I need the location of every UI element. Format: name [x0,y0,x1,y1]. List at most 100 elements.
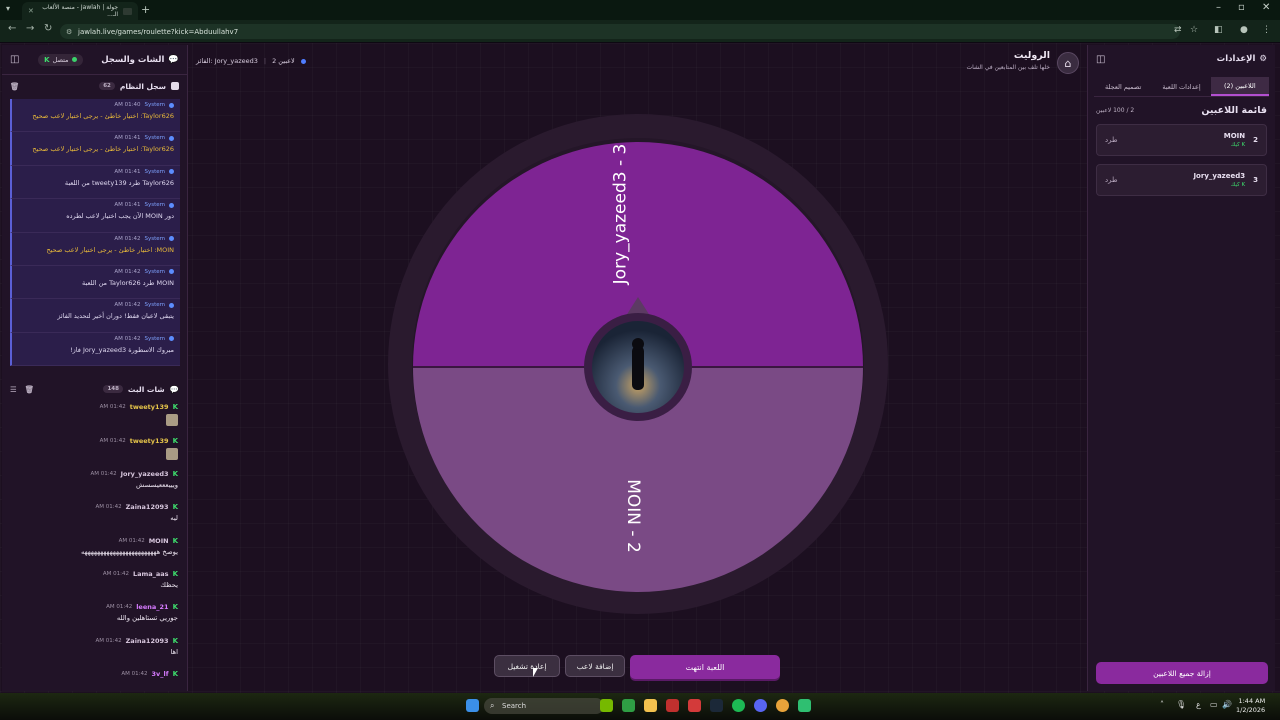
minimize-icon[interactable]: – [1216,2,1221,13]
microphone-icon[interactable]: 🎙 [1176,700,1186,709]
log-item: System 01:41 AM دور MOIN الآن يجب اختيار ل… [10,199,180,233]
player-card: 3 Jory_yazeed3 K كيك طرد [1096,164,1267,196]
system-icon [169,202,174,208]
volume-icon[interactable]: 🔊 [1222,700,1232,709]
game-title: الروليت [1013,50,1050,61]
log-text: MOIN: اختيار خاطئ - يرجى اختيار لاعب صحي… [46,245,174,254]
log-time: 01:40 AM [114,102,141,108]
chat-username[interactable]: Zaina12093 [126,637,169,645]
chat-username[interactable]: tweety139 [130,403,169,411]
remove-all-players-button[interactable]: إزالة جميع اللاعبين [1096,662,1268,684]
taskbar-clock[interactable]: 1:44 AM 1/2/2026 [1236,697,1265,715]
system-log-list[interactable]: System 01:40 AM Taylor626: اختيار خاطئ - ي… [10,99,180,367]
site-info-icon[interactable]: ⚙ [66,28,72,36]
opera-icon[interactable] [666,699,679,712]
discord-icon[interactable] [754,699,767,712]
chat-username[interactable]: Jory_yazeed3 [121,470,169,478]
windows-start-icon[interactable] [466,699,479,712]
log-author: System [144,102,165,108]
chat-time: 01:42 AM [102,571,129,578]
file-explorer-icon[interactable] [644,699,657,712]
kick-player-button[interactable]: طرد [1105,176,1118,184]
log-meta: System 01:41 AM [18,169,174,175]
back-icon[interactable]: ← [8,23,16,34]
roulette-wheel[interactable]: Jory_yazeed3 - 3 MOIN - 2 [388,114,888,614]
chrome-icon[interactable] [776,699,789,712]
tab-wheel-design[interactable]: تصميم العجلة [1094,77,1152,96]
forward-icon[interactable]: → [26,23,34,34]
tab-search-icon[interactable]: ▾ [6,4,10,13]
browser-tab[interactable]: جولة | Jawlah - منصة الألعاب الـ... ✕ [22,2,138,20]
browser-menu-icon[interactable]: ⋮ [1262,25,1271,35]
chat-username[interactable]: MOIN [149,537,169,545]
collapse-settings-icon[interactable]: ◫ [1096,54,1105,65]
chat-username[interactable]: tweety139 [130,437,169,445]
game-ended-button[interactable]: اللعبة انتهت [630,655,780,679]
tab-players[interactable]: اللاعبين (2) [1210,77,1269,96]
player-platform: K كيك [1193,182,1245,188]
new-tab-icon[interactable]: + [141,3,150,16]
language-indicator[interactable]: ع [1196,700,1201,709]
online-dot-icon [71,57,77,62]
chat-icon: 💬 [169,384,179,394]
nvidia-icon[interactable] [600,699,613,712]
xbox-icon[interactable] [622,699,635,712]
filter-icon[interactable]: ☰ [10,385,17,394]
kick-player-button[interactable]: طرد [1105,136,1118,144]
translate-icon[interactable]: ⇄ [1174,25,1182,35]
wheel-segment-label-2: MOIN - 2 [622,479,643,553]
gear-icon: ⚙ [1259,54,1267,64]
url-input[interactable]: ⚙ jawlah.live/games/roulette?kick=Abduul… [60,24,1180,39]
chat-username[interactable]: Lama_aas [133,570,169,578]
chat-time: 01:42 AM [95,504,122,511]
maximize-icon[interactable]: ▫ [1238,2,1245,13]
log-time: 01:42 AM [114,268,141,275]
log-author: System [144,135,165,142]
settings-title-text: الإعدادات [1216,54,1256,64]
profile-icon[interactable]: ● [1240,25,1248,35]
add-player-button[interactable]: إضافة لاعب [565,655,625,677]
window-close-icon[interactable]: ✕ [1262,2,1270,13]
reload-icon[interactable]: ↻ [44,23,52,34]
browser-tab-strip: ▾ جولة | Jawlah - منصة الألعاب الـ... ✕ … [0,0,1280,20]
chat-panel-header: ◫ K متصل 💬 الشات والسجل [2,45,187,75]
collapse-panel-icon[interactable]: ◫ [10,54,19,65]
home-button[interactable]: ⌂ [1057,52,1079,74]
bookmark-star-icon[interactable]: ☆ [1190,25,1198,35]
emote-image [166,447,178,460]
extensions-icon[interactable]: ◧ [1214,25,1223,35]
tray-arrow-icon[interactable]: ˄ [1160,700,1164,709]
chat-meta: K Jory_yazeed3 01:42 AM [12,470,178,478]
clear-log-icon[interactable]: 🗑 [10,82,20,91]
player-number: 3 [1253,176,1258,184]
log-item: System 01:42 AM مبروك الاسطورة Jory_yazeed… [10,332,180,367]
close-tab-icon[interactable]: ✕ [28,7,34,15]
log-icon [171,82,179,90]
system-log-title: سجل النظام [119,81,166,91]
replay-button[interactable]: إعادة تشغيل [494,655,560,677]
chat-username[interactable]: 3v_lf [151,670,168,678]
players-list-count: 2 / 100 لاعبين [1096,107,1135,114]
log-time: 01:42 AM [114,302,141,309]
chrome-app-icon[interactable] [798,699,811,712]
settings-header: ◫ ⚙ الإعدادات [1088,45,1275,73]
clear-chat-icon[interactable]: 🗑 [25,385,35,394]
log-text: مبروك الاسطورة Jory_yazeed3 فاز! [70,345,174,354]
player-platform: K كيك [1224,142,1245,148]
live-chat-list[interactable]: Ktweety139 01:42 AM Ktweety139 01:42 AM K Jor… [8,402,182,703]
taskbar-search[interactable]: ⌕ Search [484,698,604,714]
spotify-icon[interactable] [732,699,745,712]
network-icon[interactable]: ▭ [1210,700,1218,709]
game-subtitle: خلها تلف بين المتابعين في الشات [966,64,1050,71]
chat-username[interactable]: leena_21 [136,603,168,611]
chat-username[interactable]: Zaina12093 [126,503,169,511]
log-meta: System 01:40 AM [18,102,174,108]
kick-icon: K [172,636,178,645]
app-icon[interactable] [688,699,701,712]
emote-image [166,414,178,427]
steam-icon[interactable] [710,699,723,712]
log-item: System 01:41 AM Taylor626: اختيار خاطئ - ي… [10,132,180,166]
winner-text: الفائز: Jory_yazeed3 [196,57,258,65]
tab-game-settings[interactable]: إعدادات اللعبة [1152,77,1210,96]
kick-icon: K [172,670,178,679]
